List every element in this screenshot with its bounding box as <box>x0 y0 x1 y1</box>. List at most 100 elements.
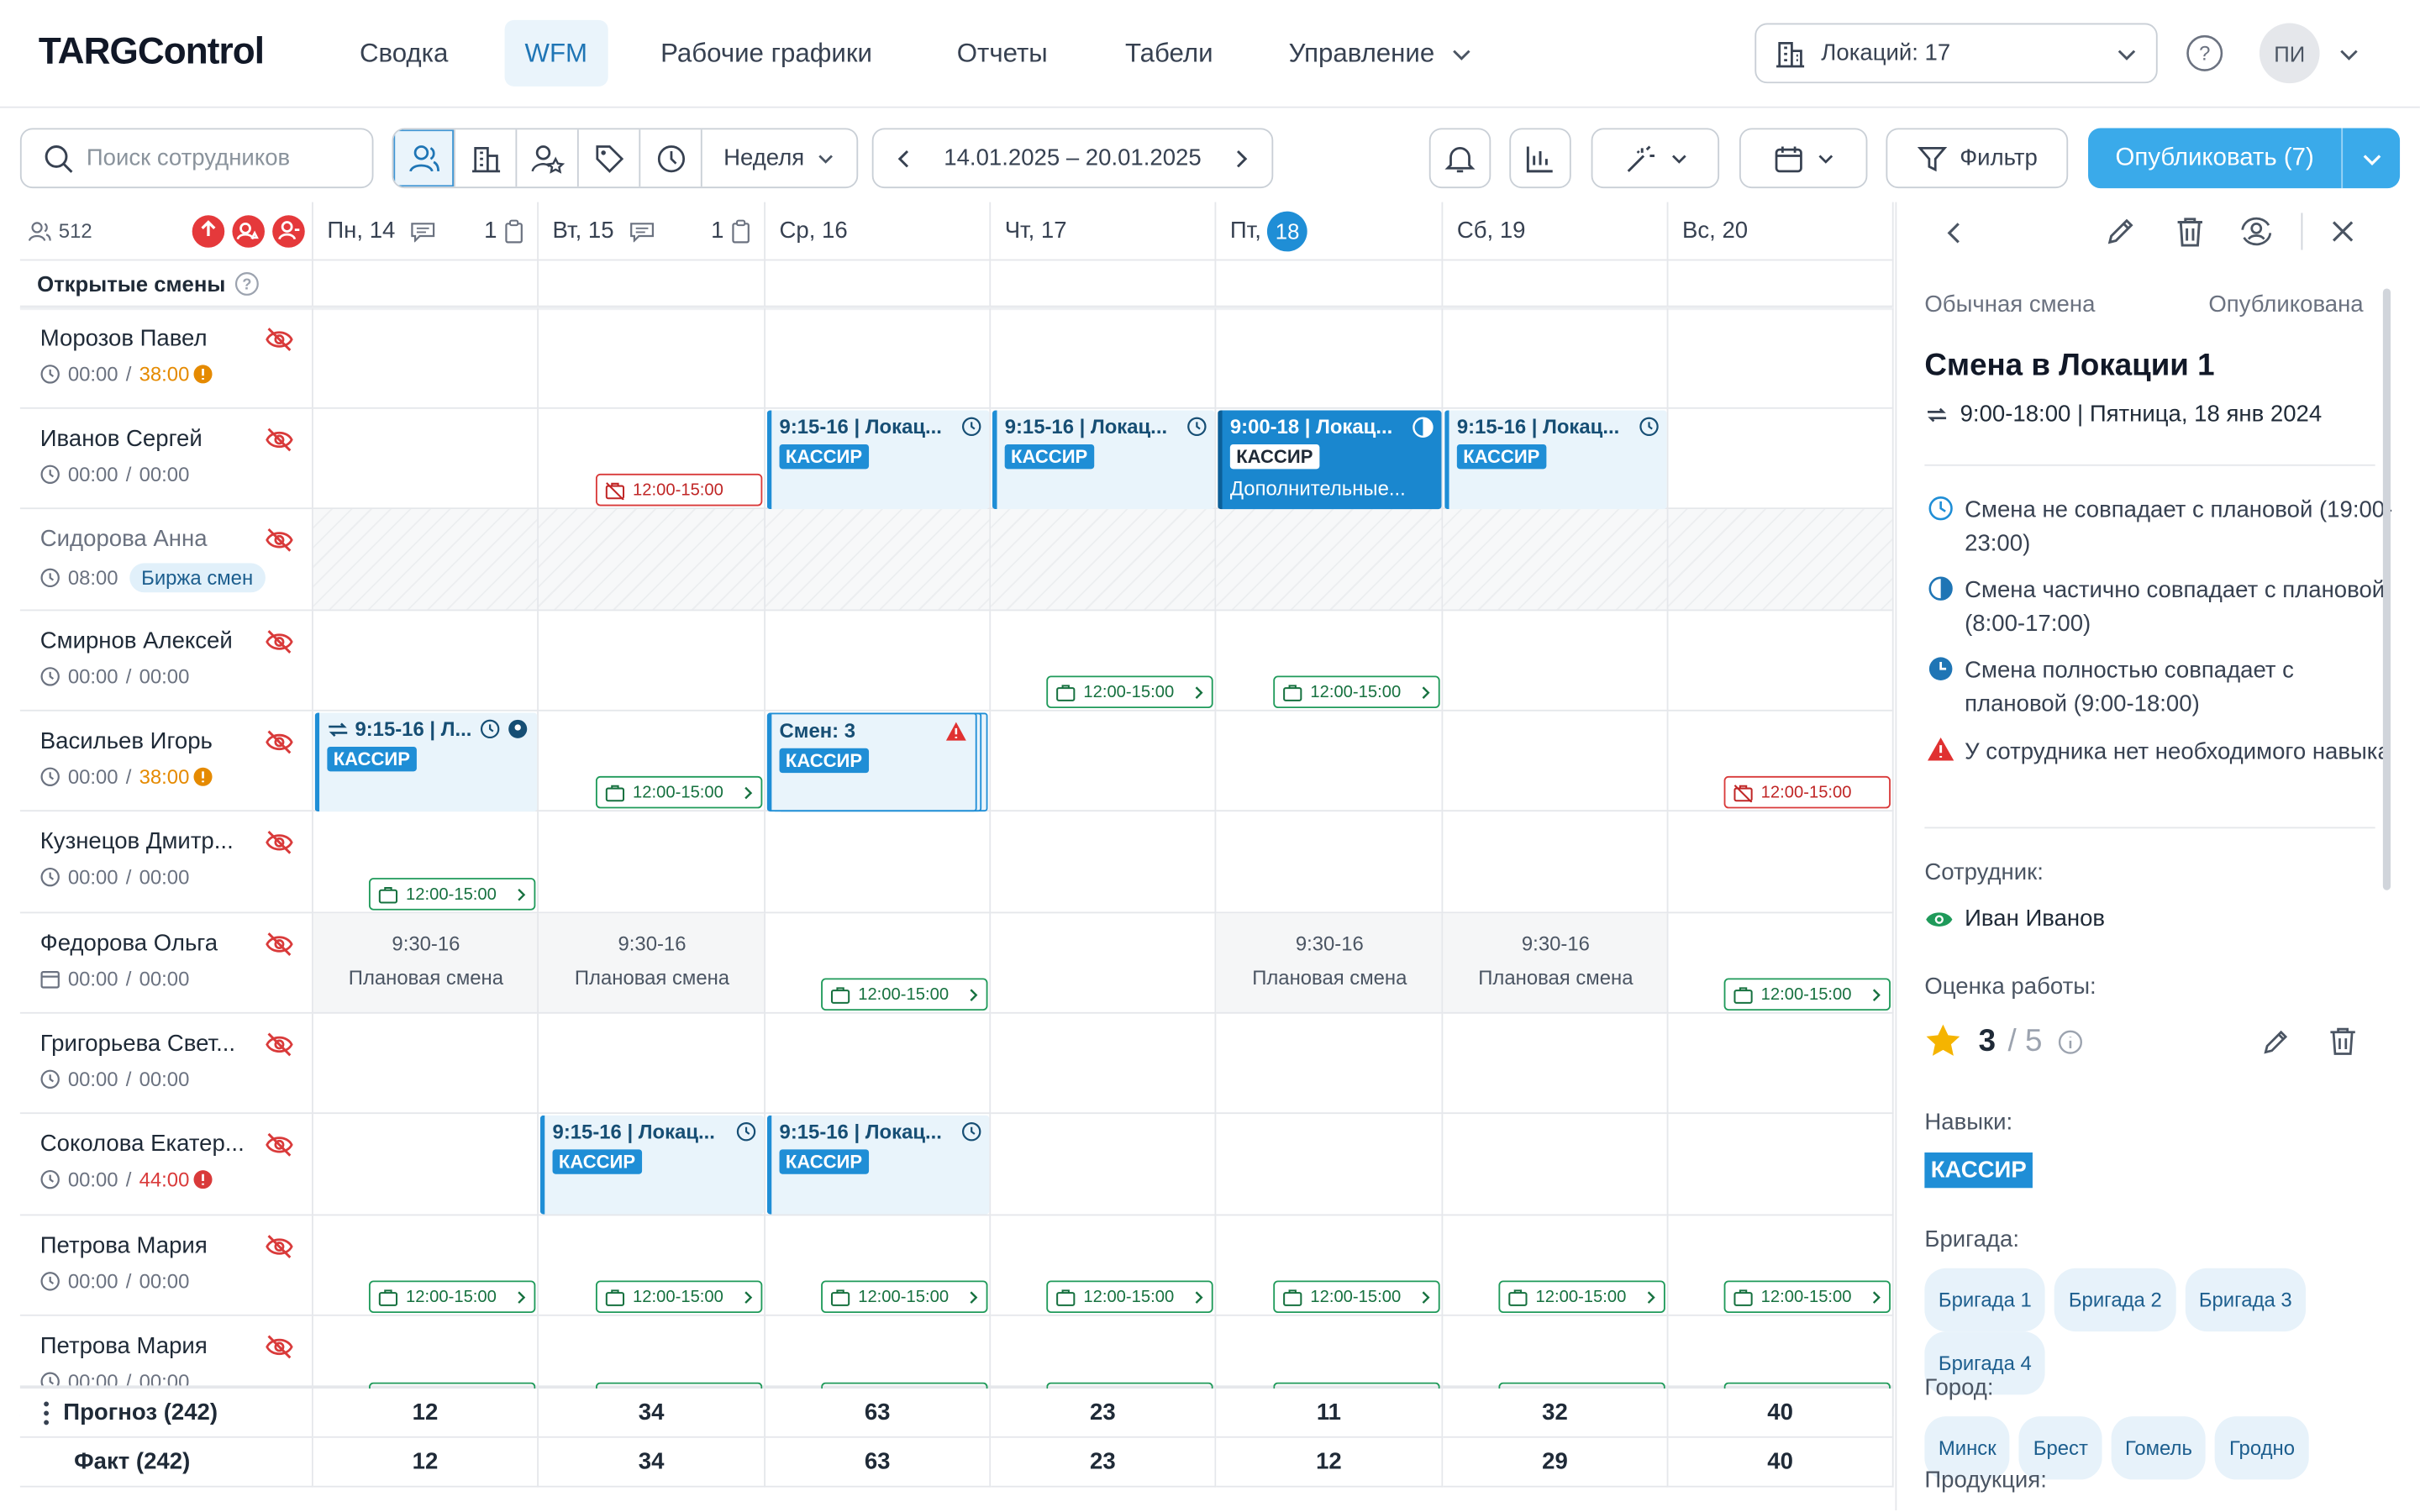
schedule-cell[interactable] <box>765 308 992 409</box>
schedule-cell[interactable] <box>765 811 992 914</box>
nav-reports[interactable]: Отчеты <box>937 20 1068 87</box>
chevron-down-icon[interactable] <box>2338 43 2360 65</box>
schedule-cell[interactable] <box>1443 811 1669 914</box>
view-skills-button[interactable] <box>517 129 579 187</box>
chevron-left-icon[interactable] <box>1940 219 1968 247</box>
nav-schedules[interactable]: Рабочие графики <box>640 20 892 87</box>
employee-search[interactable]: Поиск сотрудников <box>19 128 374 189</box>
schedule-cell[interactable] <box>1443 1114 1669 1216</box>
open-shift-cell[interactable] <box>991 260 1217 309</box>
schedule-cell[interactable] <box>765 611 992 711</box>
schedule-cell[interactable] <box>313 308 539 409</box>
swap-user-icon[interactable] <box>2238 214 2275 248</box>
schedule-cell[interactable] <box>765 1013 992 1115</box>
open-shift-pill[interactable]: 12:00-15:00 <box>595 1280 763 1314</box>
period-select[interactable]: Неделя <box>702 129 857 186</box>
schedule-cell[interactable] <box>1216 509 1444 612</box>
schedule-cell[interactable] <box>1443 308 1669 409</box>
open-shift-pill[interactable]: 12:00-15:00 <box>821 1280 988 1314</box>
schedule-cell[interactable] <box>539 611 766 711</box>
employee-name[interactable]: Иван Иванов <box>1965 906 2105 932</box>
open-shift-cell[interactable] <box>1216 260 1444 309</box>
publish-dropdown[interactable] <box>2341 128 2400 189</box>
shift-block[interactable]: 9:15-16 | Локац... КАССИР <box>1444 410 1667 510</box>
open-shift-pill[interactable]: 12:00-15:00 <box>1046 675 1213 709</box>
employee-row-header[interactable]: Сидорова Анна 08:00 Биржа смен <box>19 509 313 612</box>
schedule-cell[interactable] <box>1443 1013 1669 1115</box>
notifications-button[interactable] <box>1428 128 1491 189</box>
edit-icon[interactable] <box>2261 1026 2292 1057</box>
brigade-chip[interactable]: Бригада 1 <box>1924 1268 2046 1332</box>
employee-row-header[interactable]: Соколова Екатер... 00:00/44:00 <box>19 1114 313 1216</box>
nav-management[interactable]: Управление <box>1269 20 1491 87</box>
employee-row-header[interactable]: Морозов Павел 00:00/38:00 <box>19 308 313 409</box>
employee-row-header[interactable]: Федорова Ольга 00:00/00:00 <box>19 913 313 1014</box>
schedule-cell[interactable] <box>1668 811 1894 914</box>
employee-row-header[interactable]: Смирнов Алексей 00:00/00:00 <box>19 611 313 711</box>
brigade-chip[interactable]: Бригада 2 <box>2054 1268 2176 1332</box>
schedule-cell[interactable] <box>1668 509 1894 612</box>
open-shift-pill[interactable]: 12:00-15:00 <box>1723 978 1891 1011</box>
schedule-cell[interactable] <box>539 308 766 409</box>
open-shift-pill[interactable]: 12:00-15:00 <box>821 978 988 1011</box>
shift-block[interactable]: 9:15-16 | Локац... КАССИР <box>539 1115 765 1215</box>
open-shift-pill[interactable]: 12:00-15:00 <box>1723 775 1891 809</box>
schedule-cell[interactable] <box>1668 308 1894 409</box>
view-employees-button[interactable] <box>393 129 455 187</box>
planned-shift[interactable]: 9:30-16 Плановая смена <box>1216 927 1443 995</box>
shift-block[interactable]: 9:15-16 | Л... КАССИР <box>314 712 538 812</box>
open-shift-pill[interactable]: 12:00-15:00 <box>1723 1280 1891 1314</box>
schedule-cell[interactable] <box>313 509 539 612</box>
schedule-cell[interactable] <box>991 1013 1217 1115</box>
nav-summary[interactable]: Сводка <box>339 20 468 87</box>
publish-button[interactable]: Опубликовать (7) <box>2088 128 2401 189</box>
open-shift-pill[interactable]: 12:00-15:00 <box>1273 1280 1440 1314</box>
schedule-cell[interactable] <box>765 509 992 612</box>
view-time-button[interactable] <box>640 129 702 187</box>
schedule-cell[interactable] <box>991 711 1217 812</box>
employee-row-header[interactable]: Петрова Мария 00:00/00:00 <box>19 1215 313 1316</box>
schedule-cell[interactable] <box>1443 711 1669 812</box>
schedule-cell[interactable] <box>1668 611 1894 711</box>
info-icon[interactable] <box>2057 1029 2083 1055</box>
city-chip[interactable]: Гродно <box>2215 1416 2309 1480</box>
close-icon[interactable] <box>2329 218 2357 245</box>
panel-scrollbar[interactable] <box>2382 288 2391 890</box>
shift-block[interactable]: 9:15-16 | Локац... КАССИР <box>766 410 990 510</box>
schedule-cell[interactable] <box>539 509 766 612</box>
chevron-right-icon[interactable] <box>1232 147 1250 169</box>
open-shift-cell[interactable] <box>765 260 992 309</box>
person-alert-icon[interactable] <box>271 213 305 247</box>
employee-row-header[interactable]: Иванов Сергей 00:00/00:00 <box>19 408 313 510</box>
schedule-cell[interactable] <box>1668 1013 1894 1115</box>
magic-button[interactable] <box>1591 128 1720 189</box>
calendar-button[interactable] <box>1739 128 1868 189</box>
schedule-cell[interactable] <box>313 408 539 510</box>
open-shift-cell[interactable] <box>1668 260 1894 309</box>
alert-filter-icon[interactable] <box>192 213 225 247</box>
open-shift-pill[interactable]: 12:00-15:00 <box>1273 675 1440 709</box>
open-shift-cell[interactable] <box>313 260 539 309</box>
schedule-cell[interactable] <box>991 913 1217 1014</box>
schedule-cell[interactable] <box>991 1114 1217 1216</box>
schedule-cell[interactable] <box>1216 1114 1444 1216</box>
planned-shift[interactable]: 9:30-16 Плановая смена <box>313 927 539 995</box>
employee-row-header[interactable]: Григорьева Свет... 00:00/00:00 <box>19 1013 313 1115</box>
trash-icon[interactable] <box>2328 1026 2359 1057</box>
schedule-cell[interactable] <box>1216 711 1444 812</box>
open-shift-pill[interactable]: 12:00-15:00 <box>368 878 536 911</box>
help-icon[interactable]: ? <box>2186 34 2224 72</box>
shift-block[interactable]: Смен: 3 КАССИР <box>766 712 977 812</box>
open-shift-pill[interactable]: 12:00-15:00 <box>595 473 763 507</box>
open-shift-pill[interactable]: 12:00-15:00 <box>1498 1280 1665 1314</box>
search-input[interactable]: Поиск сотрудников <box>87 145 290 171</box>
chevron-left-icon[interactable] <box>895 147 913 169</box>
shift-block[interactable]: 9:15-16 | Локац... КАССИР <box>992 410 1215 510</box>
open-shift-pill[interactable]: 12:00-15:00 <box>595 775 763 809</box>
schedule-cell[interactable] <box>539 1013 766 1115</box>
date-range-label[interactable]: 14.01.2025 – 20.01.2025 <box>944 145 1201 171</box>
nav-wfm[interactable]: WFM <box>504 19 608 87</box>
view-locations-button[interactable] <box>455 129 518 187</box>
chart-button[interactable] <box>1509 128 1571 189</box>
schedule-cell[interactable] <box>1216 811 1444 914</box>
